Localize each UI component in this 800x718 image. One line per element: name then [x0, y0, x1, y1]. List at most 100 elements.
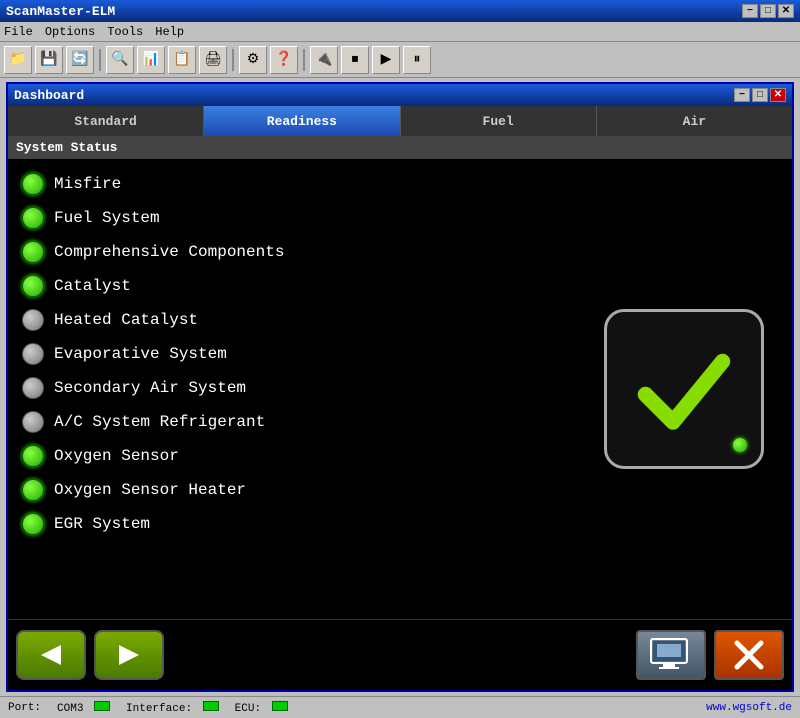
- status-bar-left: Port: COM3 Interface: ECU:: [8, 701, 288, 715]
- status-label-ac: A/C System Refrigerant: [54, 413, 265, 431]
- status-label-oxygen-heater: Oxygen Sensor Heater: [54, 481, 246, 499]
- main-content: Misfire Fuel System Comprehensive Compon…: [8, 159, 792, 619]
- status-indicator-catalyst: [22, 275, 44, 297]
- list-item: Fuel System: [16, 203, 584, 233]
- toolbar-btn-3[interactable]: 🔄: [66, 46, 94, 74]
- dashboard-title-bar: Dashboard − □ ✕: [8, 84, 792, 106]
- website-link: www.wgsoft.de: [706, 702, 792, 714]
- green-dot-indicator: [733, 438, 747, 452]
- status-label-catalyst: Catalyst: [54, 277, 131, 295]
- toolbar: 📁 💾 🔄 🔍 📊 📋 🖨 ⚙ ❓ 🔌 ⏹ ▶ ⏸: [0, 42, 800, 78]
- status-indicator-misfire: [22, 173, 44, 195]
- status-indicator-oxygen-sensor: [22, 445, 44, 467]
- toolbar-btn-6[interactable]: 📋: [168, 46, 196, 74]
- status-indicator-evaporative: [22, 343, 44, 365]
- toolbar-btn-4[interactable]: 🔍: [106, 46, 134, 74]
- toolbar-btn-13[interactable]: ⏸: [403, 46, 431, 74]
- status-label-comprehensive: Comprehensive Components: [54, 243, 284, 261]
- status-list: Misfire Fuel System Comprehensive Compon…: [16, 169, 584, 609]
- right-buttons: [636, 630, 784, 680]
- status-label-fuel-system: Fuel System: [54, 209, 160, 227]
- list-item: Heated Catalyst: [16, 305, 584, 335]
- toolbar-btn-2[interactable]: 💾: [35, 46, 63, 74]
- toolbar-btn-9[interactable]: ❓: [270, 46, 298, 74]
- close-x-icon: [731, 637, 767, 673]
- maximize-button[interactable]: □: [760, 4, 776, 18]
- tabs-bar: Standard Readiness Fuel Air: [8, 106, 792, 136]
- menu-tools[interactable]: Tools: [107, 25, 143, 39]
- monitor-icon: [649, 637, 693, 673]
- minimize-button[interactable]: −: [742, 4, 758, 18]
- checkmark-box: [604, 309, 764, 469]
- port-value: COM3: [57, 701, 110, 715]
- bottom-bar: [8, 619, 792, 690]
- close-button[interactable]: ✕: [778, 4, 794, 18]
- checkmark-icon: [629, 334, 739, 444]
- back-button[interactable]: [16, 630, 86, 680]
- menu-bar: File Options Tools Help: [0, 22, 800, 42]
- port-indicator: [94, 701, 110, 711]
- toolbar-btn-7[interactable]: 🖨: [199, 46, 227, 74]
- toolbar-separator-3: [303, 49, 305, 71]
- tab-air[interactable]: Air: [597, 106, 792, 136]
- port-label: Port:: [8, 702, 41, 714]
- dashboard-window: Dashboard − □ ✕ Standard Readiness Fuel …: [6, 82, 794, 692]
- checkmark-container: [584, 169, 784, 609]
- status-indicator-egr: [22, 513, 44, 535]
- list-item: A/C System Refrigerant: [16, 407, 584, 437]
- toolbar-separator-2: [232, 49, 234, 71]
- status-label-secondary-air: Secondary Air System: [54, 379, 246, 397]
- menu-file[interactable]: File: [4, 25, 33, 39]
- forward-button[interactable]: [94, 630, 164, 680]
- nav-buttons: [16, 630, 164, 680]
- interface-label: Interface:: [126, 701, 219, 715]
- dashboard-title-buttons: − □ ✕: [734, 88, 786, 102]
- list-item: Misfire: [16, 169, 584, 199]
- status-indicator-ac: [22, 411, 44, 433]
- monitor-button[interactable]: [636, 630, 706, 680]
- app-title: ScanMaster-ELM: [6, 4, 115, 19]
- toolbar-btn-12[interactable]: ▶: [372, 46, 400, 74]
- title-bar-buttons: − □ ✕: [742, 4, 794, 18]
- ecu-indicator: [272, 701, 288, 711]
- status-bar-right: www.wgsoft.de: [706, 702, 792, 714]
- tab-fuel[interactable]: Fuel: [401, 106, 597, 136]
- status-indicator-oxygen-heater: [22, 479, 44, 501]
- app-title-bar: ScanMaster-ELM − □ ✕: [0, 0, 800, 22]
- status-indicator-fuel-system: [22, 207, 44, 229]
- status-label-egr: EGR System: [54, 515, 150, 533]
- list-item: Catalyst: [16, 271, 584, 301]
- ecu-label: ECU:: [235, 701, 288, 715]
- toolbar-btn-10[interactable]: 🔌: [310, 46, 338, 74]
- status-bar: Port: COM3 Interface: ECU: www.wgsoft.de: [0, 696, 800, 718]
- status-indicator-comprehensive: [22, 241, 44, 263]
- arrow-left-icon: [36, 640, 66, 670]
- toolbar-btn-8[interactable]: ⚙: [239, 46, 267, 74]
- toolbar-separator-1: [99, 49, 101, 71]
- toolbar-btn-11[interactable]: ⏹: [341, 46, 369, 74]
- status-label-oxygen-sensor: Oxygen Sensor: [54, 447, 179, 465]
- list-item: Oxygen Sensor: [16, 441, 584, 471]
- menu-help[interactable]: Help: [155, 25, 184, 39]
- status-label-misfire: Misfire: [54, 175, 121, 193]
- tab-standard[interactable]: Standard: [8, 106, 204, 136]
- status-label-heated-catalyst: Heated Catalyst: [54, 311, 198, 329]
- status-indicator-heated-catalyst: [22, 309, 44, 331]
- dashboard-minimize-button[interactable]: −: [734, 88, 750, 102]
- exit-button[interactable]: [714, 630, 784, 680]
- toolbar-btn-1[interactable]: 📁: [4, 46, 32, 74]
- status-label-evaporative: Evaporative System: [54, 345, 227, 363]
- system-status-header: System Status: [8, 136, 792, 159]
- list-item: Comprehensive Components: [16, 237, 584, 267]
- status-indicator-secondary-air: [22, 377, 44, 399]
- list-item: Oxygen Sensor Heater: [16, 475, 584, 505]
- toolbar-btn-5[interactable]: 📊: [137, 46, 165, 74]
- dashboard-maximize-button[interactable]: □: [752, 88, 768, 102]
- dashboard-close-button[interactable]: ✕: [770, 88, 786, 102]
- list-item: Evaporative System: [16, 339, 584, 369]
- interface-indicator: [203, 701, 219, 711]
- list-item: Secondary Air System: [16, 373, 584, 403]
- tab-readiness[interactable]: Readiness: [204, 106, 400, 136]
- menu-options[interactable]: Options: [45, 25, 95, 39]
- dashboard-title: Dashboard: [14, 88, 84, 103]
